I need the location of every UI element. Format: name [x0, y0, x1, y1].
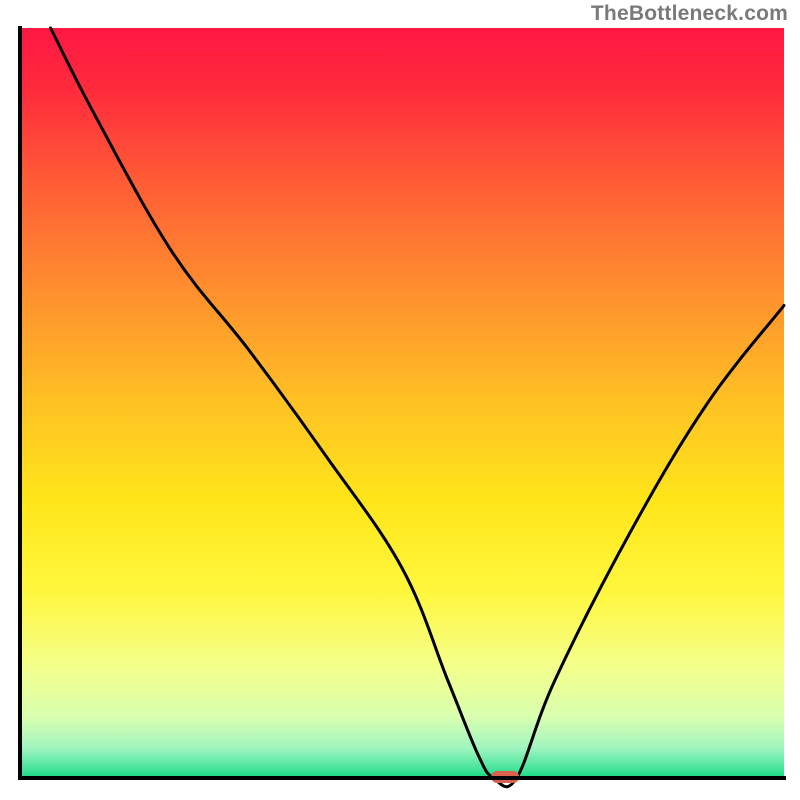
chart-svg	[0, 0, 800, 800]
chart-background	[20, 28, 784, 778]
bottleneck-chart: TheBottleneck.com	[0, 0, 800, 800]
watermark-text: TheBottleneck.com	[591, 2, 788, 26]
